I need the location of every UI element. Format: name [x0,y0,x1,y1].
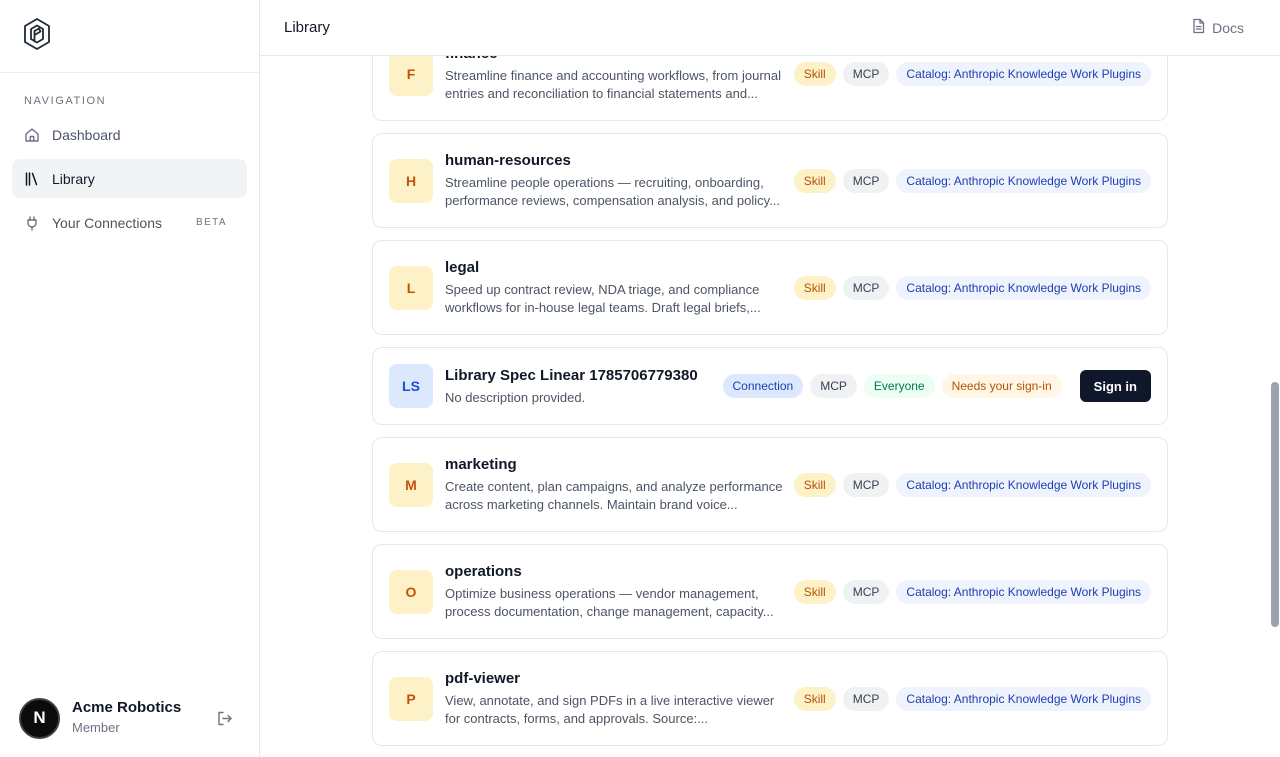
item-body: pdf-viewer View, annotate, and sign PDFs… [445,669,794,728]
sidebar-item-label: Library [52,170,95,187]
item-description: No description provided. [445,389,586,405]
library-item-card[interactable]: P pdf-viewer View, annotate, and sign PD… [372,651,1168,746]
item-title: legal [445,259,480,276]
catalog-badge: Catalog: Anthropic Knowledge Work Plugin… [896,472,1151,497]
app-logo-icon[interactable] [23,17,51,56]
item-initial-tile: P [389,676,433,721]
item-title: human-resources [445,152,571,169]
item-initial-tile: L [389,265,433,310]
item-tags: Skill MCP Catalog: Anthropic Knowledge W… [793,168,1151,193]
item-tags: Skill MCP Catalog: Anthropic Knowledge W… [793,472,1151,497]
mcp-badge: MCP [810,374,857,398]
item-initial-tile: H [389,158,433,203]
item-description: Streamline people operations — recruitin… [445,175,781,208]
item-body: operations Optimize business operations … [445,562,794,621]
home-icon [24,127,40,143]
logout-icon[interactable] [214,708,234,728]
item-body: Library Spec Linear 1785706779380 No des… [445,366,723,407]
sidebar-item-connections[interactable]: Your Connections BETA [12,203,247,242]
item-initial-tile: F [389,56,433,96]
user-name: Acme Robotics [72,699,182,716]
item-title: Library Spec Linear 1785706779380 [445,366,698,384]
item-body: finance Streamline finance and accountin… [445,56,794,103]
sidebar-item-label: Dashboard [52,126,121,143]
catalog-badge: Catalog: Anthropic Knowledge Work Plugin… [896,686,1151,711]
nav-heading: NAVIGATION [24,95,107,107]
library-item-card[interactable]: H human-resources Streamline people oper… [372,133,1168,228]
item-description: Optimize business operations — vendor ma… [445,586,774,619]
item-initial-tile: M [389,462,433,507]
item-title: finance [445,56,794,64]
user-role: Member [72,720,120,735]
beta-badge: BETA [196,217,227,228]
catalog-badge: Catalog: Anthropic Knowledge Work Plugin… [896,579,1151,604]
item-description: Create content, plan campaigns, and anal… [445,479,783,512]
library-content: F finance Streamline finance and account… [260,56,1280,757]
skill-badge: Skill [793,579,836,604]
top-bar: Library Docs [260,0,1280,56]
scrollbar[interactable] [1270,56,1280,757]
catalog-badge: Catalog: Anthropic Knowledge Work Plugin… [896,168,1151,193]
sidebar-item-library[interactable]: Library [12,159,247,198]
app-shell: NAVIGATION Dashboard Library Your Connec… [0,0,1280,757]
nav-list: Dashboard Library Your Connections BETA [0,115,259,242]
item-tags: Skill MCP Catalog: Anthropic Knowledge W… [793,686,1151,711]
library-item-card[interactable]: F finance Streamline finance and account… [372,56,1168,121]
library-icon [24,171,40,187]
item-description: Speed up contract review, NDA triage, an… [445,282,761,315]
sidebar-item-label: Your Connections [52,214,163,231]
docs-label: Docs [1212,19,1244,36]
skill-badge: Skill [793,472,836,497]
skill-badge: Skill [793,168,836,193]
skill-badge: Skill [793,61,836,86]
item-description: Streamline finance and accounting workfl… [445,68,782,101]
user-info: Acme Robotics Member [72,699,214,737]
library-item-card[interactable]: L legal Speed up contract review, NDA tr… [372,240,1168,335]
item-body: marketing Create content, plan campaigns… [445,455,794,514]
library-item-card[interactable]: LS Library Spec Linear 1785706779380 No … [372,347,1168,425]
library-list: F finance Streamline finance and account… [372,56,1168,757]
plug-icon [24,215,40,231]
mcp-badge: MCP [842,579,890,604]
item-tags: Skill MCP Catalog: Anthropic Knowledge W… [793,61,1151,86]
skill-badge: Skill [793,686,836,711]
item-body: legal Speed up contract review, NDA tria… [445,258,794,317]
item-initial-tile: O [389,569,433,614]
connection-badge: Connection [722,374,804,398]
item-tags: Connection MCP Everyone Needs your sign-… [722,374,1062,398]
catalog-badge: Catalog: Anthropic Knowledge Work Plugin… [896,61,1151,86]
page-title: Library [284,19,330,36]
scrollbar-thumb[interactable] [1271,382,1279,627]
item-title: operations [445,563,522,580]
avatar[interactable]: N [19,697,60,739]
mcp-badge: MCP [842,275,890,300]
item-description: View, annotate, and sign PDFs in a live … [445,693,775,726]
everyone-badge: Everyone [863,374,935,398]
item-initial-tile: LS [389,364,433,408]
item-body: human-resources Streamline people operat… [445,151,794,210]
document-icon [1191,18,1212,37]
catalog-badge: Catalog: Anthropic Knowledge Work Plugin… [896,275,1151,300]
needs-sign-in-badge: Needs your sign-in [941,374,1062,398]
item-title: marketing [445,456,517,473]
library-item-card[interactable]: O operations Optimize business operation… [372,544,1168,639]
sidebar-item-dashboard[interactable]: Dashboard [12,115,247,154]
user-menu: N Acme Robotics Member [0,679,259,757]
main-panel: Library Docs F finance Streamline financ… [260,0,1280,757]
sidebar: NAVIGATION Dashboard Library Your Connec… [0,0,260,757]
item-tags: Skill MCP Catalog: Anthropic Knowledge W… [793,579,1151,604]
mcp-badge: MCP [842,168,890,193]
docs-link[interactable]: Docs [1191,18,1244,37]
item-title: pdf-viewer [445,670,521,687]
skill-badge: Skill [793,275,836,300]
mcp-badge: MCP [842,61,890,86]
mcp-badge: MCP [842,686,890,711]
logo-area [0,0,259,73]
item-tags: Skill MCP Catalog: Anthropic Knowledge W… [793,275,1151,300]
sign-in-button[interactable]: Sign in [1079,370,1151,402]
mcp-badge: MCP [842,472,890,497]
library-item-card[interactable]: M marketing Create content, plan campaig… [372,437,1168,532]
